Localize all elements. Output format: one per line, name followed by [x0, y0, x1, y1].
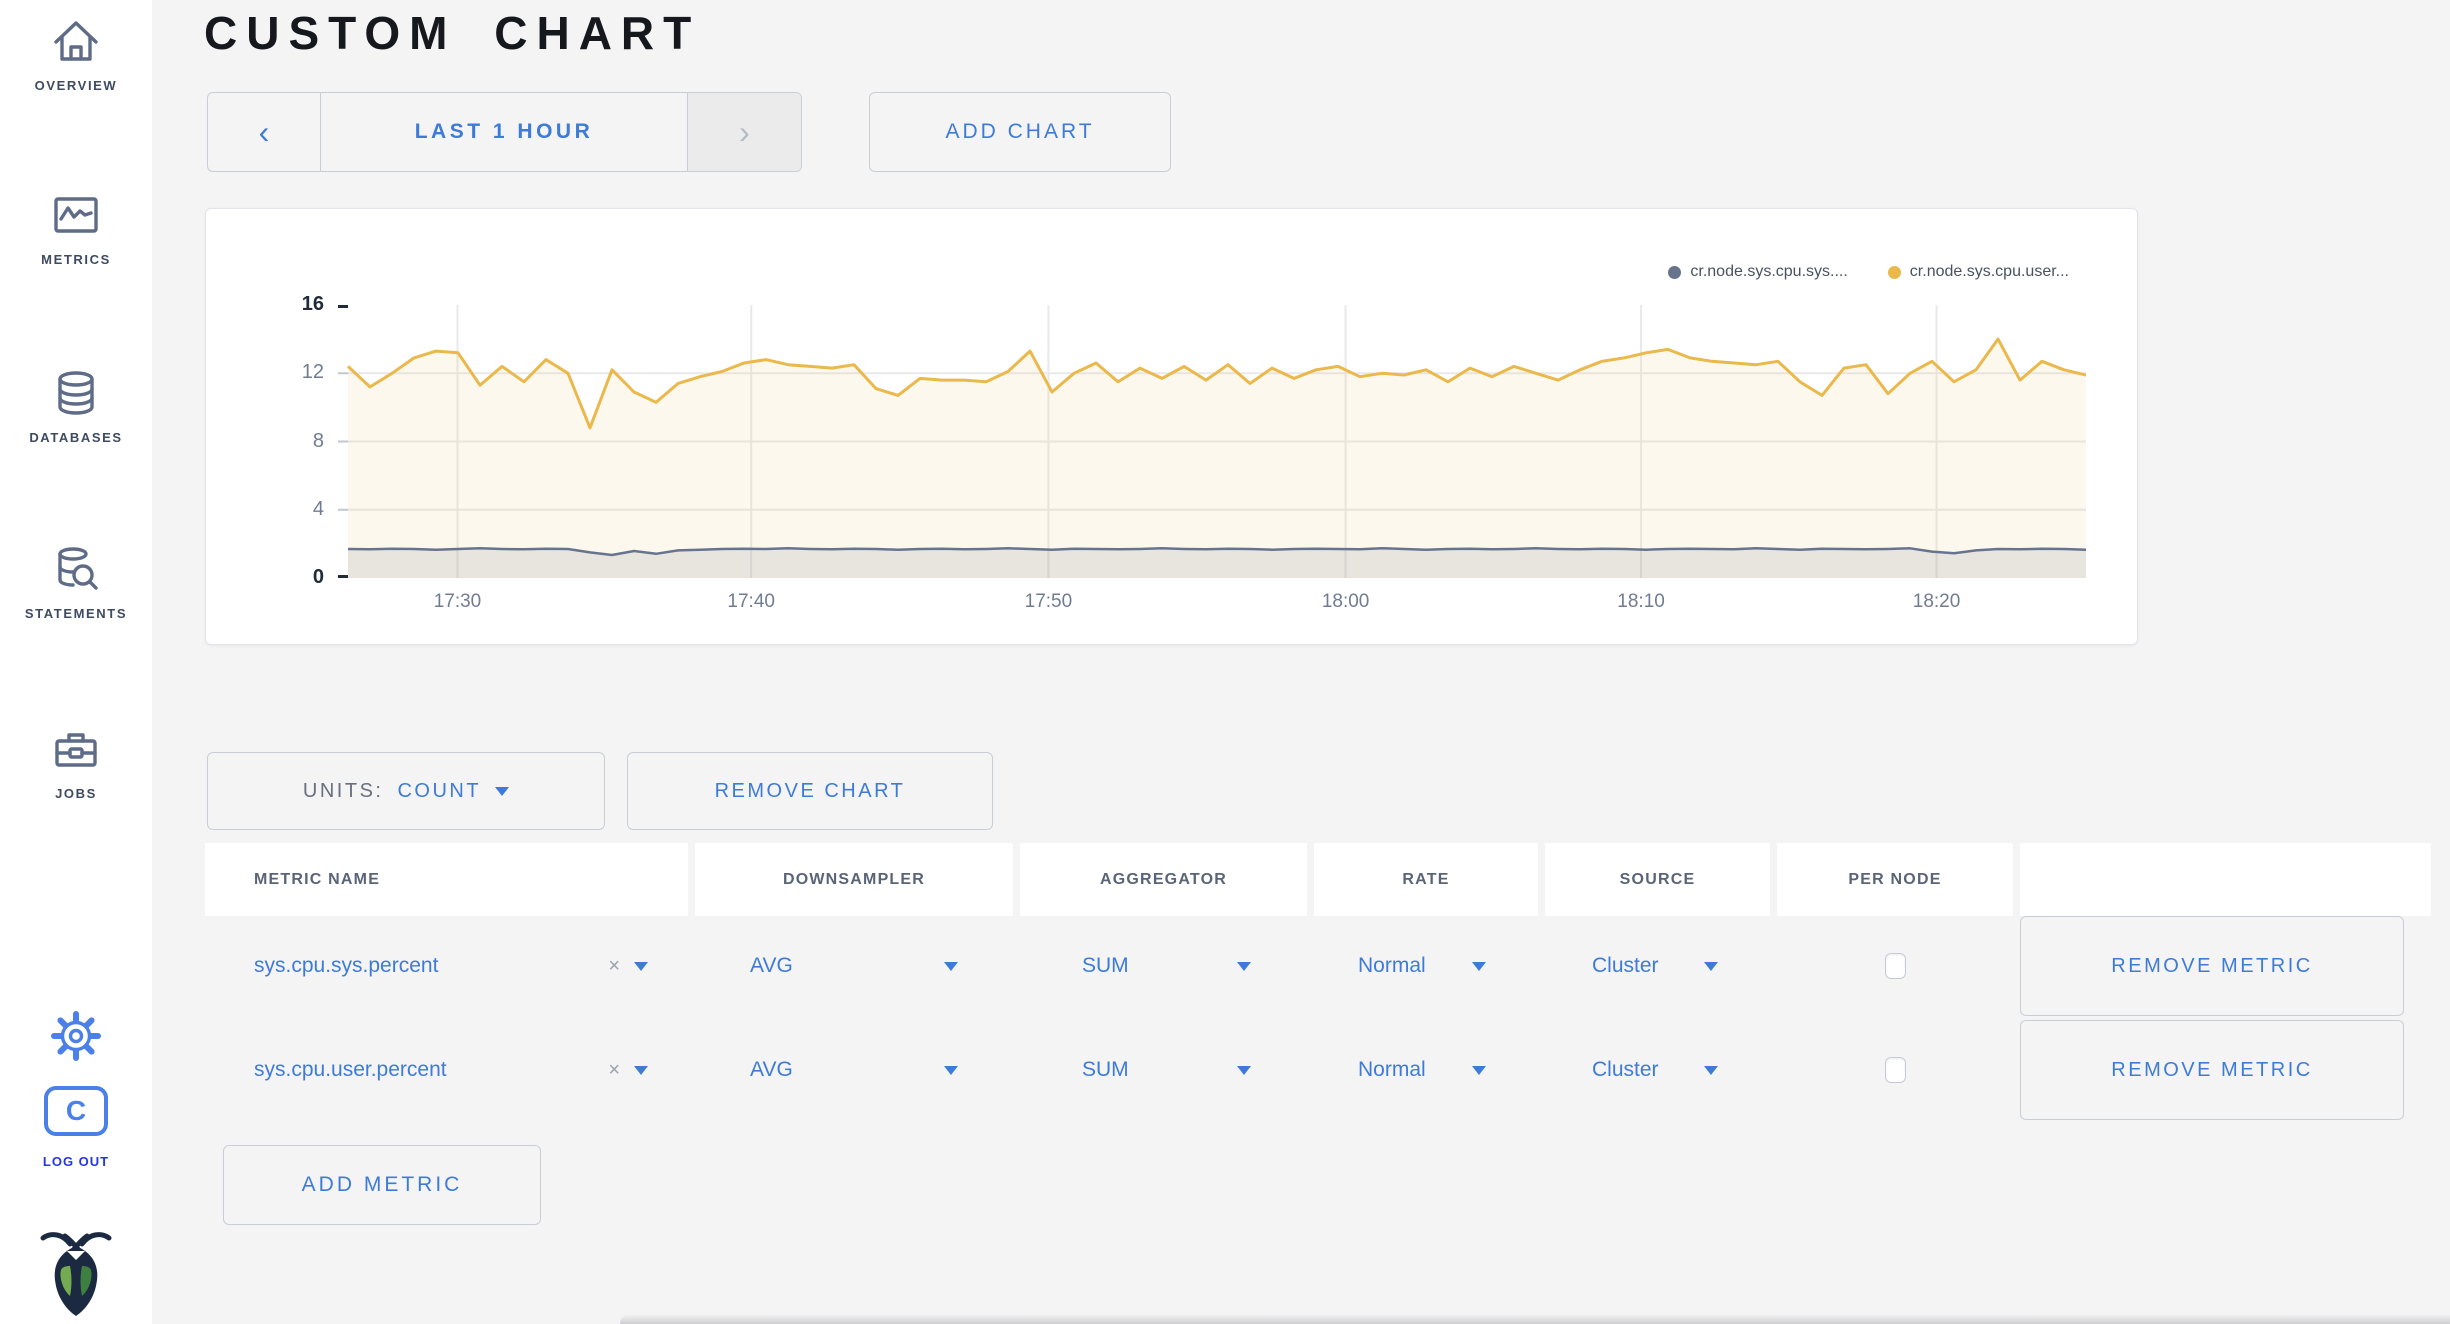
x-axis-tick: 18:00: [1321, 591, 1370, 612]
remove-chart-button[interactable]: REMOVE CHART: [627, 752, 993, 830]
chevron-down-icon: [1472, 961, 1486, 971]
units-label: UNITS:: [302, 779, 384, 802]
y-axis-tick: 16: [301, 293, 324, 315]
chevron-down-icon: [944, 961, 958, 971]
aggregator-dropdown[interactable]: SUM: [1020, 1020, 1307, 1120]
add-chart-button[interactable]: ADD CHART: [869, 92, 1171, 172]
chevron-down-icon: [1472, 1065, 1486, 1075]
time-window-selector: ‹ LAST 1 HOUR ›: [207, 92, 802, 172]
cockroach-logo-icon: [40, 1232, 112, 1316]
sidebar-item-statements[interactable]: STATEMENTS: [0, 542, 152, 621]
add-metric-button[interactable]: ADD METRIC: [223, 1145, 541, 1225]
sidebar-item-databases[interactable]: DATABASES: [0, 366, 152, 445]
sidebar-item-label: STATEMENTS: [24, 606, 128, 621]
y-axis-tick: 0: [312, 566, 324, 588]
legend-label: cr.node.sys.cpu.sys....: [1690, 263, 1848, 280]
clear-icon[interactable]: ×: [608, 955, 620, 978]
downsampler-dropdown[interactable]: AVG: [695, 916, 1013, 1016]
y-axis-tick: 12: [301, 361, 324, 384]
sidebar-item-label: OVERVIEW: [34, 78, 118, 93]
sidebar-item-jobs[interactable]: JOBS: [0, 722, 152, 801]
sidebar-item-label: DATABASES: [29, 430, 123, 445]
table-row: sys.cpu.sys.percent × AVG SUM Normal Clu…: [205, 916, 2431, 1016]
metrics-icon: [54, 197, 98, 233]
x-axis-tick: 18:10: [1617, 591, 1665, 612]
column-header-actions: [2020, 843, 2431, 916]
metric-name-value: sys.cpu.sys.percent: [254, 954, 439, 977]
database-icon: [58, 371, 94, 415]
x-axis-tick: 17:40: [727, 591, 775, 612]
metric-name-combobox[interactable]: sys.cpu.sys.percent ×: [205, 916, 688, 1016]
time-window-dropdown[interactable]: LAST 1 HOUR: [321, 93, 687, 171]
rate-dropdown[interactable]: Normal: [1314, 1020, 1538, 1120]
cockroach-logo: [0, 1224, 152, 1320]
metrics-table-header: METRIC NAME DOWNSAMPLER AGGREGATOR RATE …: [205, 843, 2431, 916]
sidebar-item-overview[interactable]: OVERVIEW: [0, 14, 152, 93]
legend-item[interactable]: cr.node.sys.cpu.user...: [1887, 263, 2069, 281]
clear-icon[interactable]: ×: [608, 1059, 620, 1082]
sidebar-item-label: METRICS: [41, 252, 111, 267]
chevron-down-icon: [495, 786, 510, 796]
chevron-down-icon: [634, 1065, 648, 1075]
units-value: COUNT: [397, 779, 482, 802]
jobs-icon: [55, 733, 97, 767]
scroll-shadow: [620, 1314, 2450, 1324]
column-header-downsampler: DOWNSAMPLER: [695, 843, 1013, 916]
metric-name-value: sys.cpu.user.percent: [254, 1058, 447, 1081]
sidebar: OVERVIEW METRICS DATABASES STATEMENTS JO…: [0, 0, 152, 1324]
column-header-aggregator: AGGREGATOR: [1020, 843, 1307, 916]
chart-legend: cr.node.sys.cpu.sys.... cr.node.sys.cpu.…: [1668, 263, 2069, 281]
chart-card: cr.node.sys.cpu.sys.... cr.node.sys.cpu.…: [205, 208, 2138, 645]
source-dropdown[interactable]: Cluster: [1545, 1020, 1770, 1120]
per-node-checkbox[interactable]: [1884, 1057, 1906, 1083]
x-axis-tick: 18:20: [1912, 591, 1961, 612]
settings-button[interactable]: [0, 1008, 152, 1064]
x-axis-tick: 17:50: [1024, 591, 1073, 612]
legend-dot-user: [1887, 265, 1901, 279]
aggregator-dropdown[interactable]: SUM: [1020, 916, 1307, 1016]
chevron-down-icon: [1704, 1065, 1718, 1075]
home-icon: [54, 21, 98, 61]
column-header-per-node: PER NODE: [1777, 843, 2013, 916]
chevron-down-icon: [1237, 961, 1251, 971]
time-prev-button[interactable]: ‹: [208, 93, 321, 171]
y-axis-tick: 8: [312, 429, 324, 452]
statements-icon: [58, 547, 98, 590]
legend-dot-sys: [1668, 265, 1682, 279]
gear-icon: [51, 1011, 101, 1061]
remove-metric-button[interactable]: REMOVE METRIC: [2020, 1020, 2404, 1120]
sidebar-item-metrics[interactable]: METRICS: [0, 188, 152, 267]
y-axis-tick: 4: [312, 497, 324, 520]
legend-item[interactable]: cr.node.sys.cpu.sys....: [1668, 263, 1848, 281]
page-title: CUSTOM CHART: [204, 7, 701, 59]
chevron-left-icon: ‹: [258, 113, 270, 150]
downsampler-dropdown[interactable]: AVG: [695, 1020, 1013, 1120]
table-row: sys.cpu.user.percent × AVG SUM Normal Cl…: [205, 1020, 2431, 1120]
chevron-down-icon: [1237, 1065, 1251, 1075]
logout-button[interactable]: C LOG OUT: [0, 1086, 152, 1169]
legend-label: cr.node.sys.cpu.user...: [1909, 263, 2069, 280]
metric-name-combobox[interactable]: sys.cpu.user.percent ×: [205, 1020, 688, 1120]
chevron-right-icon: ›: [739, 113, 750, 150]
per-node-checkbox[interactable]: [1884, 953, 1906, 979]
rate-dropdown[interactable]: Normal: [1314, 916, 1538, 1016]
column-header-source: SOURCE: [1545, 843, 1770, 916]
sidebar-item-label: JOBS: [55, 786, 97, 801]
chevron-down-icon: [634, 961, 648, 971]
source-dropdown[interactable]: Cluster: [1545, 916, 1770, 1016]
logout-icon: C: [44, 1086, 108, 1136]
remove-metric-button[interactable]: REMOVE METRIC: [2020, 916, 2404, 1016]
units-dropdown[interactable]: UNITS: COUNT: [207, 752, 605, 830]
column-header-rate: RATE: [1314, 843, 1538, 916]
time-next-button[interactable]: ›: [687, 93, 801, 171]
x-axis-tick: 17:30: [433, 591, 482, 612]
cpu-usage-chart[interactable]: [336, 305, 2086, 578]
logout-label: LOG OUT: [42, 1154, 110, 1169]
chevron-down-icon: [1704, 961, 1718, 971]
chevron-down-icon: [944, 1065, 958, 1075]
column-header-metric-name: METRIC NAME: [205, 843, 688, 916]
